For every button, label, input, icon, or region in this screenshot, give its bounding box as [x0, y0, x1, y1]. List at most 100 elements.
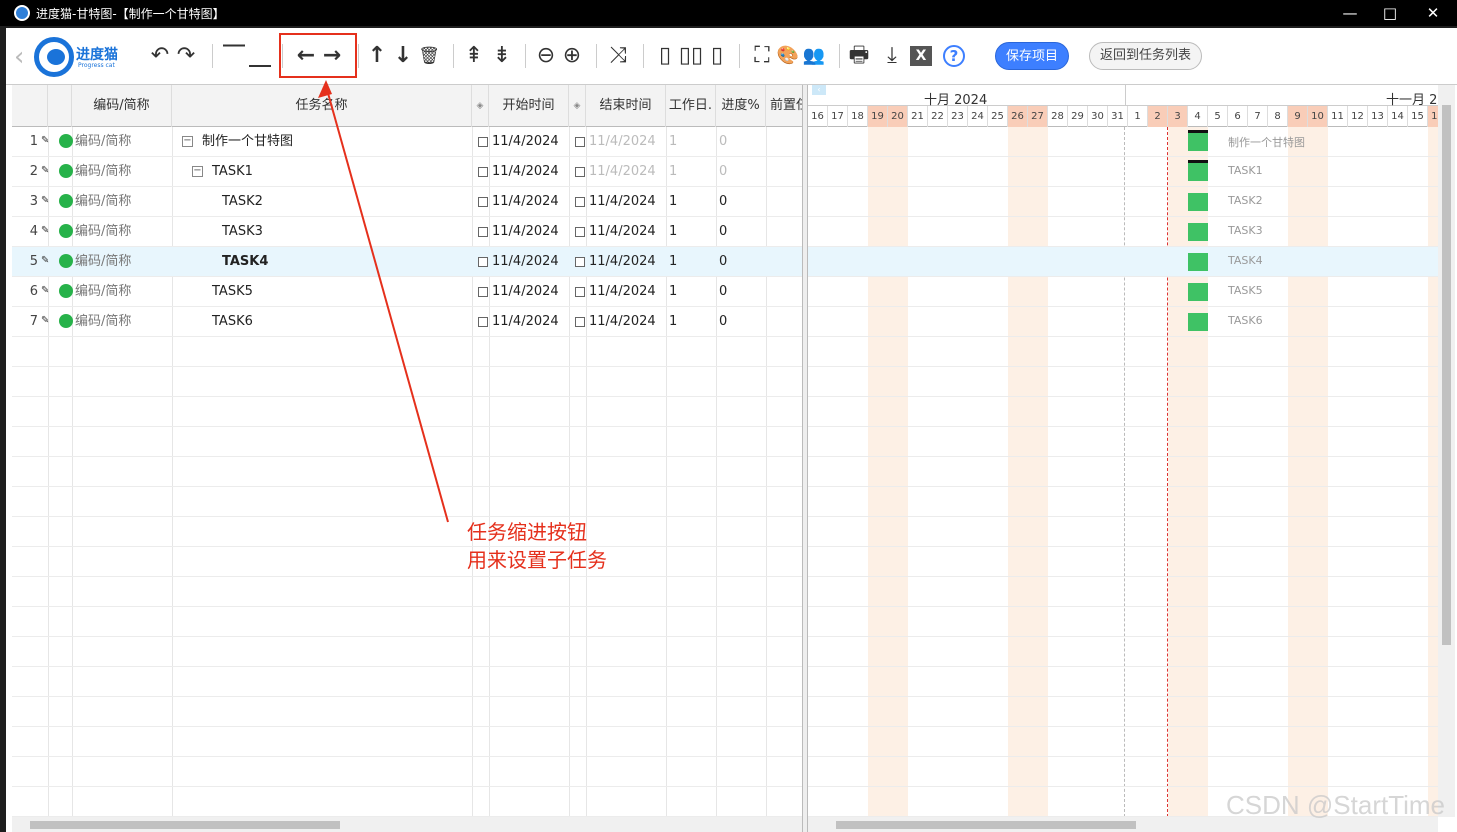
minimize-button[interactable]: — [1330, 2, 1370, 24]
task-name-cell[interactable]: TASK3 [222, 217, 263, 247]
gantt-bar[interactable] [1188, 283, 1208, 301]
header-progress[interactable]: 进度% [716, 85, 766, 127]
workdays-cell[interactable]: 1 [669, 277, 677, 307]
zoom-in-icon[interactable]: ⊕ [560, 42, 584, 70]
workdays-cell[interactable]: 1 [669, 157, 677, 187]
expand-all-icon[interactable]: ⇞ [462, 42, 486, 70]
start-checkbox[interactable] [478, 137, 488, 147]
collapse-toggle-icon[interactable]: − [192, 166, 203, 177]
view-right-icon[interactable]: ▯ [706, 42, 728, 70]
task-name-cell[interactable]: TASK4 [222, 247, 268, 277]
delete-icon[interactable]: 🗑 [418, 42, 440, 70]
progress-cell[interactable]: 0 [719, 187, 727, 217]
code-cell[interactable]: 编码/简称 [75, 217, 131, 247]
edit-pencil-icon[interactable]: ✎ [41, 195, 49, 206]
start-checkbox[interactable] [478, 167, 488, 177]
move-up-icon[interactable]: ↑ [366, 42, 388, 70]
start-date-cell[interactable]: 11/4/2024 [492, 157, 559, 187]
vertical-scroll-thumb[interactable] [1442, 105, 1451, 645]
header-end-toggle-icon[interactable]: ◈ [569, 85, 586, 127]
gantt-bar[interactable] [1188, 313, 1208, 331]
users-icon[interactable]: 👥 [802, 42, 826, 70]
start-checkbox[interactable] [478, 287, 488, 297]
insert-above-icon[interactable]: ⎺ [222, 42, 246, 70]
code-cell[interactable]: 编码/简称 [75, 157, 131, 187]
workdays-cell[interactable]: 1 [669, 307, 677, 337]
end-date-cell[interactable]: 11/4/2024 [589, 127, 656, 157]
header-predecessor[interactable]: 前置任 [766, 85, 802, 127]
header-workdays[interactable]: 工作日. [666, 85, 716, 127]
progress-cell[interactable]: 0 [719, 217, 727, 247]
grid-scroll-thumb[interactable] [30, 821, 340, 829]
workdays-cell[interactable]: 1 [669, 217, 677, 247]
code-cell[interactable]: 编码/简称 [75, 127, 131, 157]
table-row[interactable]: 1 ✎ 编码/简称 − 制作一个甘特图 11/4/2024 11/4/2024 1 0 [12, 127, 802, 157]
workdays-cell[interactable]: 1 [669, 127, 677, 157]
help-icon[interactable]: ? [943, 45, 965, 67]
fullscreen-icon[interactable]: ⛶ [750, 42, 774, 70]
gantt-bar[interactable] [1188, 193, 1208, 211]
edit-pencil-icon[interactable]: ✎ [41, 225, 49, 236]
close-button[interactable]: ✕ [1413, 2, 1453, 24]
redo-icon[interactable]: ↷ [174, 42, 198, 70]
start-date-cell[interactable]: 11/4/2024 [492, 247, 559, 277]
edit-pencil-icon[interactable]: ✎ [41, 285, 49, 296]
insert-below-icon[interactable]: ⎽ [248, 42, 272, 70]
excel-icon[interactable]: X [910, 46, 932, 66]
end-date-cell[interactable]: 11/4/2024 [589, 307, 656, 337]
start-checkbox[interactable] [478, 197, 488, 207]
edit-pencil-icon[interactable]: ✎ [41, 165, 49, 176]
code-cell[interactable]: 编码/简称 [75, 277, 131, 307]
gantt-bar[interactable] [1188, 223, 1208, 241]
task-name-cell[interactable]: TASK2 [222, 187, 263, 217]
end-checkbox[interactable] [575, 257, 585, 267]
table-row[interactable]: 3 ✎ 编码/简称 TASK2 11/4/2024 11/4/2024 1 0 [12, 187, 802, 217]
code-cell[interactable]: 编码/简称 [75, 307, 131, 337]
back-chevron-icon[interactable]: ‹ [14, 42, 24, 72]
start-date-cell[interactable]: 11/4/2024 [492, 307, 559, 337]
header-end[interactable]: 结束时间 [586, 85, 666, 127]
download-icon[interactable]: ⤓ [880, 42, 904, 70]
start-checkbox[interactable] [478, 257, 488, 267]
table-row[interactable]: 2 ✎ 编码/简称 − TASK1 11/4/2024 11/4/2024 1 0 [12, 157, 802, 187]
start-date-cell[interactable]: 11/4/2024 [492, 187, 559, 217]
progress-cell[interactable]: 0 [719, 127, 727, 157]
progress-cell[interactable]: 0 [719, 307, 727, 337]
task-name-cell[interactable]: TASK1 [212, 157, 253, 187]
end-checkbox[interactable] [575, 227, 585, 237]
task-name-cell[interactable]: TASK6 [212, 307, 253, 337]
start-date-cell[interactable]: 11/4/2024 [492, 217, 559, 247]
gantt-bar[interactable] [1188, 130, 1208, 151]
progress-cell[interactable]: 0 [719, 157, 727, 187]
print-icon[interactable]: 🖶 [846, 42, 872, 70]
maximize-button[interactable]: □ [1370, 2, 1410, 24]
header-start-toggle-icon[interactable]: ◈ [472, 85, 489, 127]
start-date-cell[interactable]: 11/4/2024 [492, 277, 559, 307]
gantt-bar[interactable] [1188, 160, 1208, 181]
gantt-bar[interactable] [1188, 253, 1208, 271]
save-project-button[interactable]: 保存项目 [995, 42, 1069, 70]
zoom-out-icon[interactable]: ⊖ [534, 42, 558, 70]
collapse-toggle-icon[interactable]: − [182, 136, 193, 147]
end-date-cell[interactable]: 11/4/2024 [589, 277, 656, 307]
gantt-scroll-thumb[interactable] [836, 821, 1136, 829]
end-date-cell[interactable]: 11/4/2024 [589, 217, 656, 247]
link-icon[interactable]: ⤨ [606, 42, 630, 70]
task-name-cell[interactable]: 制作一个甘特图 [202, 127, 293, 157]
table-row[interactable]: 4 ✎ 编码/简称 TASK3 11/4/2024 11/4/2024 1 0 [12, 217, 802, 247]
grid-horizontal-scrollbar[interactable] [12, 817, 802, 832]
code-cell[interactable]: 编码/简称 [75, 247, 131, 277]
edit-pencil-icon[interactable]: ✎ [41, 255, 49, 266]
start-checkbox[interactable] [478, 317, 488, 327]
end-date-cell[interactable]: 11/4/2024 [589, 157, 656, 187]
vertical-scrollbar[interactable] [1438, 85, 1455, 817]
progress-cell[interactable]: 0 [719, 247, 727, 277]
code-cell[interactable]: 编码/简称 [75, 187, 131, 217]
back-to-task-list-button[interactable]: 返回到任务列表 [1089, 42, 1202, 70]
end-checkbox[interactable] [575, 317, 585, 327]
undo-icon[interactable]: ↶ [148, 42, 172, 70]
view-both-icon[interactable]: ▯▯ [678, 42, 704, 70]
workdays-cell[interactable]: 1 [669, 187, 677, 217]
end-checkbox[interactable] [575, 137, 585, 147]
palette-icon[interactable]: 🎨 [776, 42, 800, 70]
